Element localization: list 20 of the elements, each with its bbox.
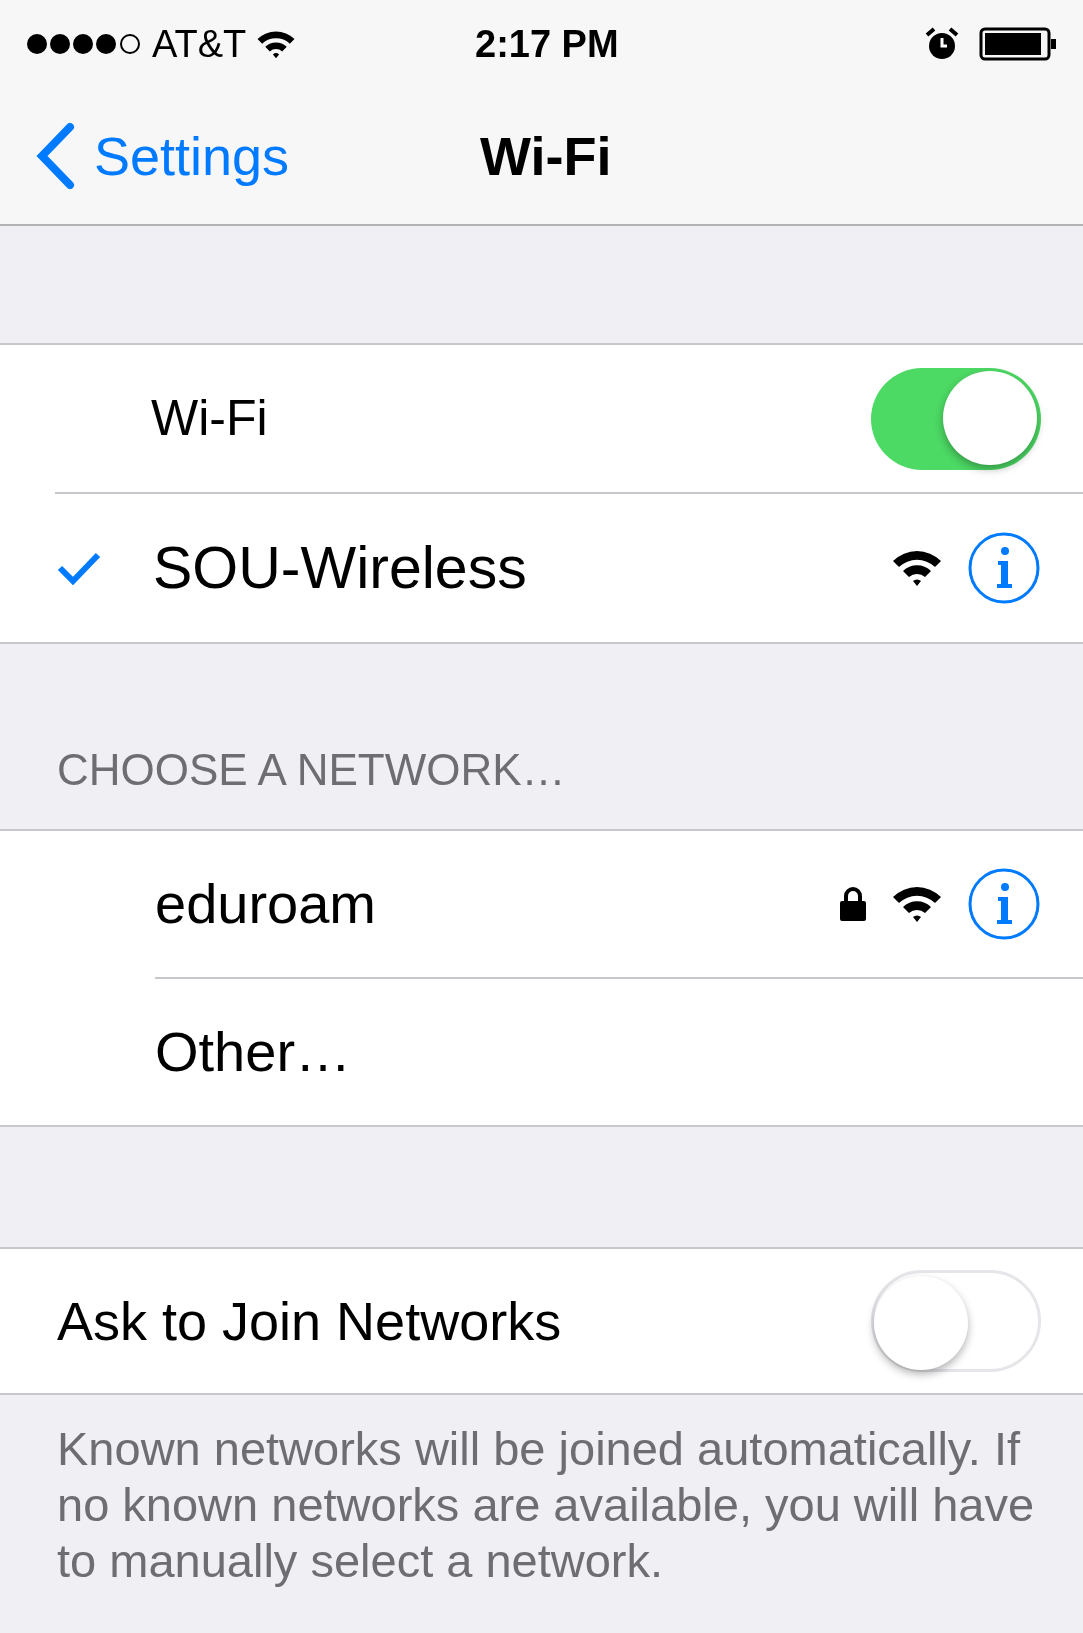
alarm-icon [925, 27, 959, 61]
section-header: CHOOSE A NETWORK… [57, 744, 566, 796]
page-title: Wi-Fi [480, 124, 612, 188]
carrier-name: AT&T [152, 21, 247, 67]
network-row[interactable]: SOU-Wireless [0, 494, 1083, 642]
chevron-left-icon [36, 123, 76, 189]
footer-note: Known networks will be joined automatically. If no known networks are available, you will have to manually select a network. [57, 1421, 1036, 1589]
network-name[interactable]: SOU-Wireless [153, 523, 527, 613]
back-button[interactable]: Settings [0, 115, 290, 197]
wifi-signal-icon [891, 884, 943, 924]
row-label: Ask to Join Networks [57, 1289, 562, 1353]
wifi-signal-icon [891, 548, 943, 588]
info-button[interactable] [967, 867, 1041, 941]
info-button[interactable] [967, 531, 1041, 605]
battery-icon [979, 27, 1057, 61]
row-label: Wi-Fi [151, 389, 268, 448]
signal-strength-icon [26, 33, 142, 55]
clock-time: 2:17 PM [475, 21, 619, 67]
network-name[interactable]: eduroam [155, 862, 377, 946]
other-network-option[interactable]: Other… [155, 1010, 352, 1094]
